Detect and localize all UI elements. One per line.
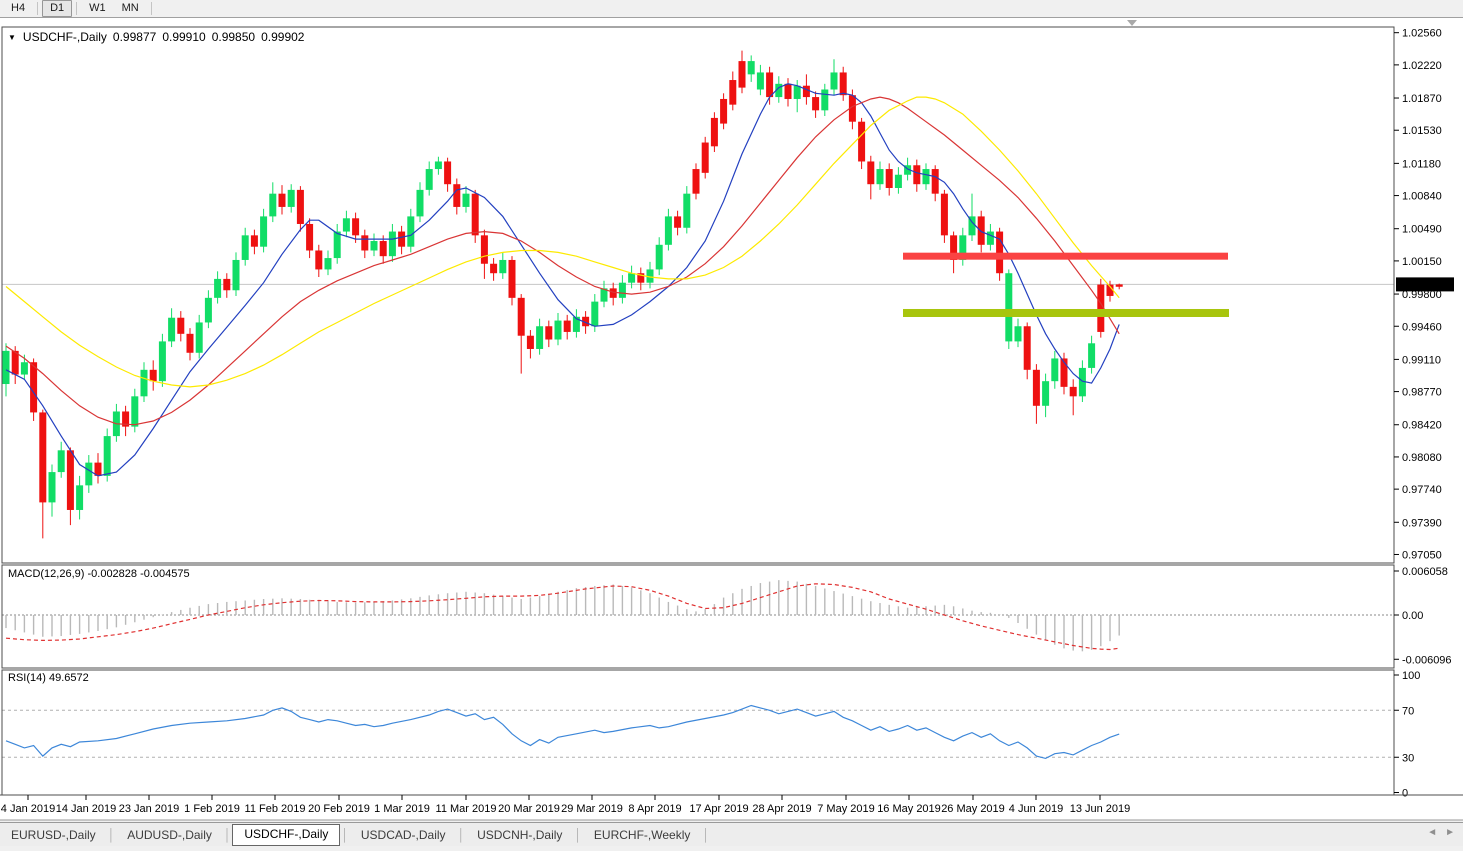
svg-text:1 Mar 2019: 1 Mar 2019 [374,803,430,815]
tab-usdcad-daily[interactable]: USDCAD-,Daily [350,825,457,845]
symbol-name: USDCHF-,Daily [23,30,107,44]
chart-area[interactable]: 1.02560 1.02220 1.01870 1.01530 1.01180 1.008… [0,0,1463,846]
svg-text:11 Mar 2019: 11 Mar 2019 [436,803,497,815]
svg-text:-0.006096: -0.006096 [1402,654,1452,666]
tabs-scroll-left-button[interactable]: ◄ [1427,827,1437,838]
svg-text:1.02220: 1.02220 [1402,60,1442,72]
toolbar-separator [151,2,152,15]
tab-separator: │ [701,828,711,842]
svg-text:0: 0 [1402,788,1408,800]
svg-text:0.99902: 0.99902 [1402,279,1442,291]
svg-text:1 Feb 2019: 1 Feb 2019 [184,803,240,815]
svg-text:0.97740: 0.97740 [1402,484,1442,496]
macd-label: MACD(12,26,9) -0.002828 -0.004575 [8,568,190,580]
ohlc-close: 0.99902 [261,30,304,44]
svg-text:13 Jun 2019: 13 Jun 2019 [1070,803,1131,815]
svg-text:1.01530: 1.01530 [1402,125,1442,137]
timeframe-button-mn[interactable]: MN [114,0,147,17]
svg-text:1.01870: 1.01870 [1402,93,1442,105]
svg-text:100: 100 [1402,670,1420,682]
tab-separator: │ [223,828,233,842]
tab-usdcnh-daily[interactable]: USDCNH-,Daily [466,825,573,845]
tab-scroll-arrows: ◄ ► [1427,827,1455,838]
svg-text:20 Feb 2019: 20 Feb 2019 [308,803,370,815]
support-line[interactable] [903,309,1229,317]
svg-text:4 Jan 2019: 4 Jan 2019 [1,803,55,815]
svg-text:0.98420: 0.98420 [1402,420,1442,432]
svg-text:0.006058: 0.006058 [1402,566,1448,578]
resistance-line[interactable] [903,253,1228,260]
chart-title: ▼ USDCHF-,Daily 0.99877 0.99910 0.99850 … [8,30,304,44]
chart-window-background [0,18,1463,820]
tab-separator: │ [340,828,350,842]
tab-eurusd-daily[interactable]: EURUSD-,Daily [0,825,107,845]
svg-text:20 Mar 2019: 20 Mar 2019 [498,803,560,815]
svg-text:16 May 2019: 16 May 2019 [877,803,941,815]
svg-text:70: 70 [1402,705,1414,717]
svg-text:0.99110: 0.99110 [1402,354,1441,366]
svg-text:1.00490: 1.00490 [1402,224,1442,236]
svg-text:1.00150: 1.00150 [1402,256,1442,268]
symbol-tab-bar: EURUSD-,Daily│AUDUSD-,Daily│USDCHF-,Dail… [0,822,1463,846]
tab-separator: │ [457,828,467,842]
timeframe-button-w1[interactable]: W1 [81,0,114,17]
svg-text:0.97050: 0.97050 [1402,549,1442,561]
svg-text:0.97390: 0.97390 [1402,517,1442,529]
svg-text:1.01180: 1.01180 [1402,158,1441,170]
svg-text:1.00840: 1.00840 [1402,191,1442,203]
svg-text:0.00: 0.00 [1402,610,1423,622]
timeframe-toolbar: H4 D1 W1MN [0,0,1463,18]
tab-separator: │ [107,828,117,842]
svg-text:8 Apr 2019: 8 Apr 2019 [628,803,681,815]
svg-text:14 Jan 2019: 14 Jan 2019 [56,803,117,815]
svg-text:17 Apr 2019: 17 Apr 2019 [689,803,748,815]
svg-text:23 Jan 2019: 23 Jan 2019 [119,803,180,815]
tab-separator: │ [573,828,583,842]
svg-text:29 Mar 2019: 29 Mar 2019 [561,803,623,815]
rsi-label: RSI(14) 49.6572 [8,672,89,684]
symbol-marker-icon: ▼ [8,33,16,42]
svg-text:0.98080: 0.98080 [1402,452,1442,464]
tab-eurchf-weekly[interactable]: EURCHF-,Weekly [583,825,701,845]
svg-text:26 May 2019: 26 May 2019 [941,803,1005,815]
svg-text:7 May 2019: 7 May 2019 [817,803,874,815]
svg-text:4 Jun 2019: 4 Jun 2019 [1009,803,1063,815]
ohlc-high: 0.99910 [162,30,205,44]
tab-audusd-daily[interactable]: AUDUSD-,Daily [116,825,223,845]
svg-text:28 Apr 2019: 28 Apr 2019 [752,803,811,815]
ohlc-low: 0.99850 [212,30,255,44]
svg-text:1.02560: 1.02560 [1402,28,1442,40]
timeframe-button-d1[interactable]: D1 [42,0,72,17]
svg-text:11 Feb 2019: 11 Feb 2019 [245,803,306,815]
svg-text:0.98770: 0.98770 [1402,387,1442,399]
toolbar-separator [76,2,77,15]
toolbar-separator [37,2,38,15]
timeframe-button-h4[interactable]: H4 [3,0,33,17]
ohlc-open: 0.99877 [113,30,156,44]
tabs-scroll-right-button[interactable]: ► [1445,827,1455,838]
tab-usdchf-daily[interactable]: USDCHF-,Daily [232,824,340,846]
svg-text:30: 30 [1402,752,1414,764]
svg-text:0.99460: 0.99460 [1402,321,1442,333]
